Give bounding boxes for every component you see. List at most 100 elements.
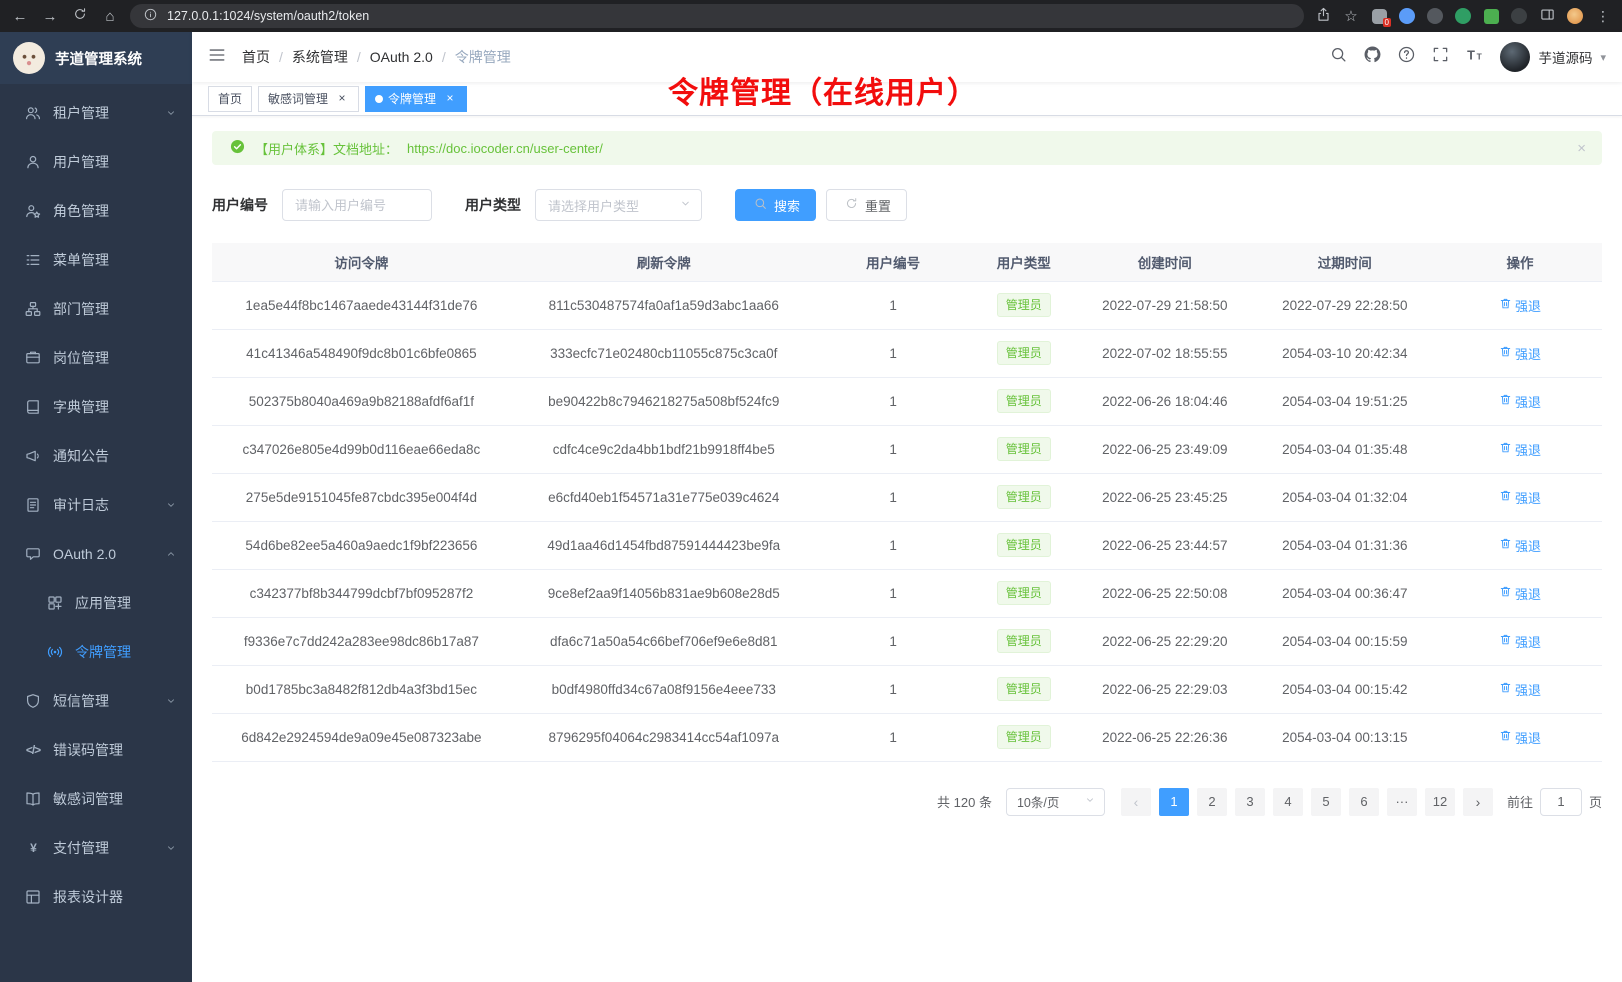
extension-dark-icon[interactable] <box>1510 7 1528 25</box>
sidebar-item-sms[interactable]: 短信管理 <box>0 676 192 725</box>
table-row: 275e5de9151045fe87cbdc395e004f4de6cfd40e… <box>212 473 1602 521</box>
app-logo[interactable]: 芋道管理系统 <box>0 32 192 84</box>
force-logout-button[interactable]: 强退 <box>1499 632 1541 651</box>
reload-icon[interactable] <box>70 7 90 25</box>
browser-avatar-icon[interactable] <box>1566 7 1584 25</box>
tab-home[interactable]: 首页 <box>208 86 252 112</box>
force-logout-button[interactable]: 强退 <box>1499 392 1541 411</box>
home-icon[interactable]: ⌂ <box>100 8 120 25</box>
force-logout-button[interactable]: 强退 <box>1499 680 1541 699</box>
cell-user-id: 1 <box>817 569 970 617</box>
force-logout-button[interactable]: 强退 <box>1499 584 1541 603</box>
alert-doc-link[interactable]: https://doc.iocoder.cn/user-center/ <box>407 141 603 156</box>
bookmark-star-icon[interactable]: ☆ <box>1342 7 1360 25</box>
page-button-1[interactable]: 1 <box>1159 788 1189 816</box>
tab-close-icon[interactable]: × <box>443 92 457 106</box>
panel-split-icon[interactable] <box>1538 7 1556 25</box>
user-id-input[interactable] <box>282 189 432 221</box>
sidebar-item-oauth-token[interactable]: 令牌管理 <box>0 627 192 676</box>
page-button-5[interactable]: 5 <box>1311 788 1341 816</box>
force-logout-button[interactable]: 强退 <box>1499 488 1541 507</box>
sidebar-item-oauth-app[interactable]: 应用管理 <box>0 578 192 627</box>
tab-sensitive-word[interactable]: 敏感词管理× <box>258 86 359 112</box>
sidebar-item-notice[interactable]: 通知公告 <box>0 431 192 480</box>
sidebar-item-oauth[interactable]: OAuth 2.0 <box>0 529 192 578</box>
cell-access-token: 54d6be82ee5a460a9aedc1f9bf223656 <box>212 521 511 569</box>
more-dots-icon[interactable]: ⋮ <box>1594 7 1612 25</box>
sidebar-item-pay[interactable]: ¥支付管理 <box>0 823 192 872</box>
sidebar-menu: 租户管理用户管理角色管理菜单管理部门管理岗位管理字典管理通知公告审计日志OAut… <box>0 84 192 982</box>
tab-token[interactable]: 令牌管理× <box>365 86 467 112</box>
breadcrumb-item[interactable]: 首页 <box>242 47 270 67</box>
user-menu[interactable]: 芋道源码▾ <box>1500 42 1606 72</box>
force-logout-button[interactable]: 强退 <box>1499 440 1541 459</box>
force-logout-button[interactable]: 强退 <box>1499 536 1541 555</box>
profile-dark-icon[interactable] <box>1426 7 1444 25</box>
table-row: 6d842e2924594de9a09e45e087323abe8796295f… <box>212 713 1602 761</box>
back-icon[interactable]: ← <box>10 8 30 25</box>
search-icon[interactable] <box>1330 46 1347 68</box>
sidebar-item-role[interactable]: 角色管理 <box>0 186 192 235</box>
hamburger-icon[interactable] <box>208 46 226 69</box>
address-bar[interactable]: 127.0.0.1:1024/system/oauth2/token <box>130 4 1304 28</box>
puzzle-icon[interactable] <box>1482 7 1500 25</box>
font-size-icon[interactable]: TT <box>1466 46 1483 68</box>
sidebar-item-error-code[interactable]: </>错误码管理 <box>0 725 192 774</box>
alert-close-icon[interactable]: × <box>1577 140 1586 157</box>
page-button-3[interactable]: 3 <box>1235 788 1265 816</box>
force-logout-button[interactable]: 强退 <box>1499 296 1541 315</box>
tab-badge-icon[interactable]: 0 <box>1370 7 1388 25</box>
cell-user-id: 1 <box>817 665 970 713</box>
page-size-select[interactable]: 10条/页 <box>1006 788 1105 816</box>
svg-text:T: T <box>1477 51 1483 61</box>
force-logout-button[interactable]: 强退 <box>1499 728 1541 747</box>
forward-icon[interactable]: → <box>40 8 60 25</box>
user-type-badge: 管理员 <box>997 677 1051 701</box>
total-count: 共 120 条 <box>937 792 992 811</box>
page-ellipsis-button[interactable]: ··· <box>1387 788 1417 816</box>
sidebar: 芋道管理系统 租户管理用户管理角色管理菜单管理部门管理岗位管理字典管理通知公告审… <box>0 32 192 982</box>
tags-view-bar: 首页敏感词管理×令牌管理× <box>192 82 1622 116</box>
sidebar-item-report-designer[interactable]: 报表设计器 <box>0 872 192 921</box>
breadcrumb-item[interactable]: 系统管理 <box>292 47 348 67</box>
sidebar-item-tenant[interactable]: 租户管理 <box>0 88 192 137</box>
page-button-4[interactable]: 4 <box>1273 788 1303 816</box>
sidebar-item-dict[interactable]: 字典管理 <box>0 382 192 431</box>
sidebar-item-user[interactable]: 用户管理 <box>0 137 192 186</box>
goto-page-input[interactable] <box>1540 788 1582 816</box>
sidebar-item-post[interactable]: 岗位管理 <box>0 333 192 382</box>
prev-page-button[interactable]: ‹ <box>1121 788 1151 816</box>
site-info-icon[interactable] <box>141 7 159 25</box>
search-button[interactable]: 搜索 <box>735 189 816 221</box>
user-type-select[interactable]: 请选择用户类型 <box>535 189 702 221</box>
briefcase-icon <box>24 350 42 366</box>
question-icon[interactable] <box>1398 46 1415 68</box>
fullscreen-icon <box>1432 46 1449 68</box>
next-page-button[interactable]: › <box>1463 788 1493 816</box>
share-icon[interactable] <box>1314 7 1332 25</box>
sidebar-item-dept[interactable]: 部门管理 <box>0 284 192 333</box>
breadcrumb-item[interactable]: OAuth 2.0 <box>370 49 433 65</box>
page-button-12[interactable]: 12 <box>1425 788 1455 816</box>
sidebar-item-sensitive-word[interactable]: 敏感词管理 <box>0 774 192 823</box>
panel-split-icon <box>1540 7 1555 25</box>
profile-blue-icon[interactable] <box>1398 7 1416 25</box>
force-logout-button[interactable]: 强退 <box>1499 344 1541 363</box>
page-button-6[interactable]: 6 <box>1349 788 1379 816</box>
table-row: 1ea5e44f8bc1467aaede43144f31de76811c5304… <box>212 281 1602 329</box>
users-icon <box>24 105 42 121</box>
sidebar-item-audit-log[interactable]: 审计日志 <box>0 480 192 529</box>
sidebar-item-label: 用户管理 <box>53 152 109 172</box>
page-size-value: 10条/页 <box>1017 792 1059 811</box>
sidebar-item-menu[interactable]: 菜单管理 <box>0 235 192 284</box>
page-button-2[interactable]: 2 <box>1197 788 1227 816</box>
reset-button[interactable]: 重置 <box>826 189 907 221</box>
tab-close-icon[interactable]: × <box>335 92 349 106</box>
search-icon <box>1330 46 1347 68</box>
profile-green-icon[interactable] <box>1454 7 1472 25</box>
fullscreen-icon[interactable] <box>1432 46 1449 68</box>
url-text: 127.0.0.1:1024/system/oauth2/token <box>167 9 369 23</box>
table-row: b0d1785bc3a8482f812db4a3f3bd15ecb0df4980… <box>212 665 1602 713</box>
github-icon[interactable] <box>1364 46 1381 68</box>
font-size-icon: TT <box>1466 46 1483 68</box>
